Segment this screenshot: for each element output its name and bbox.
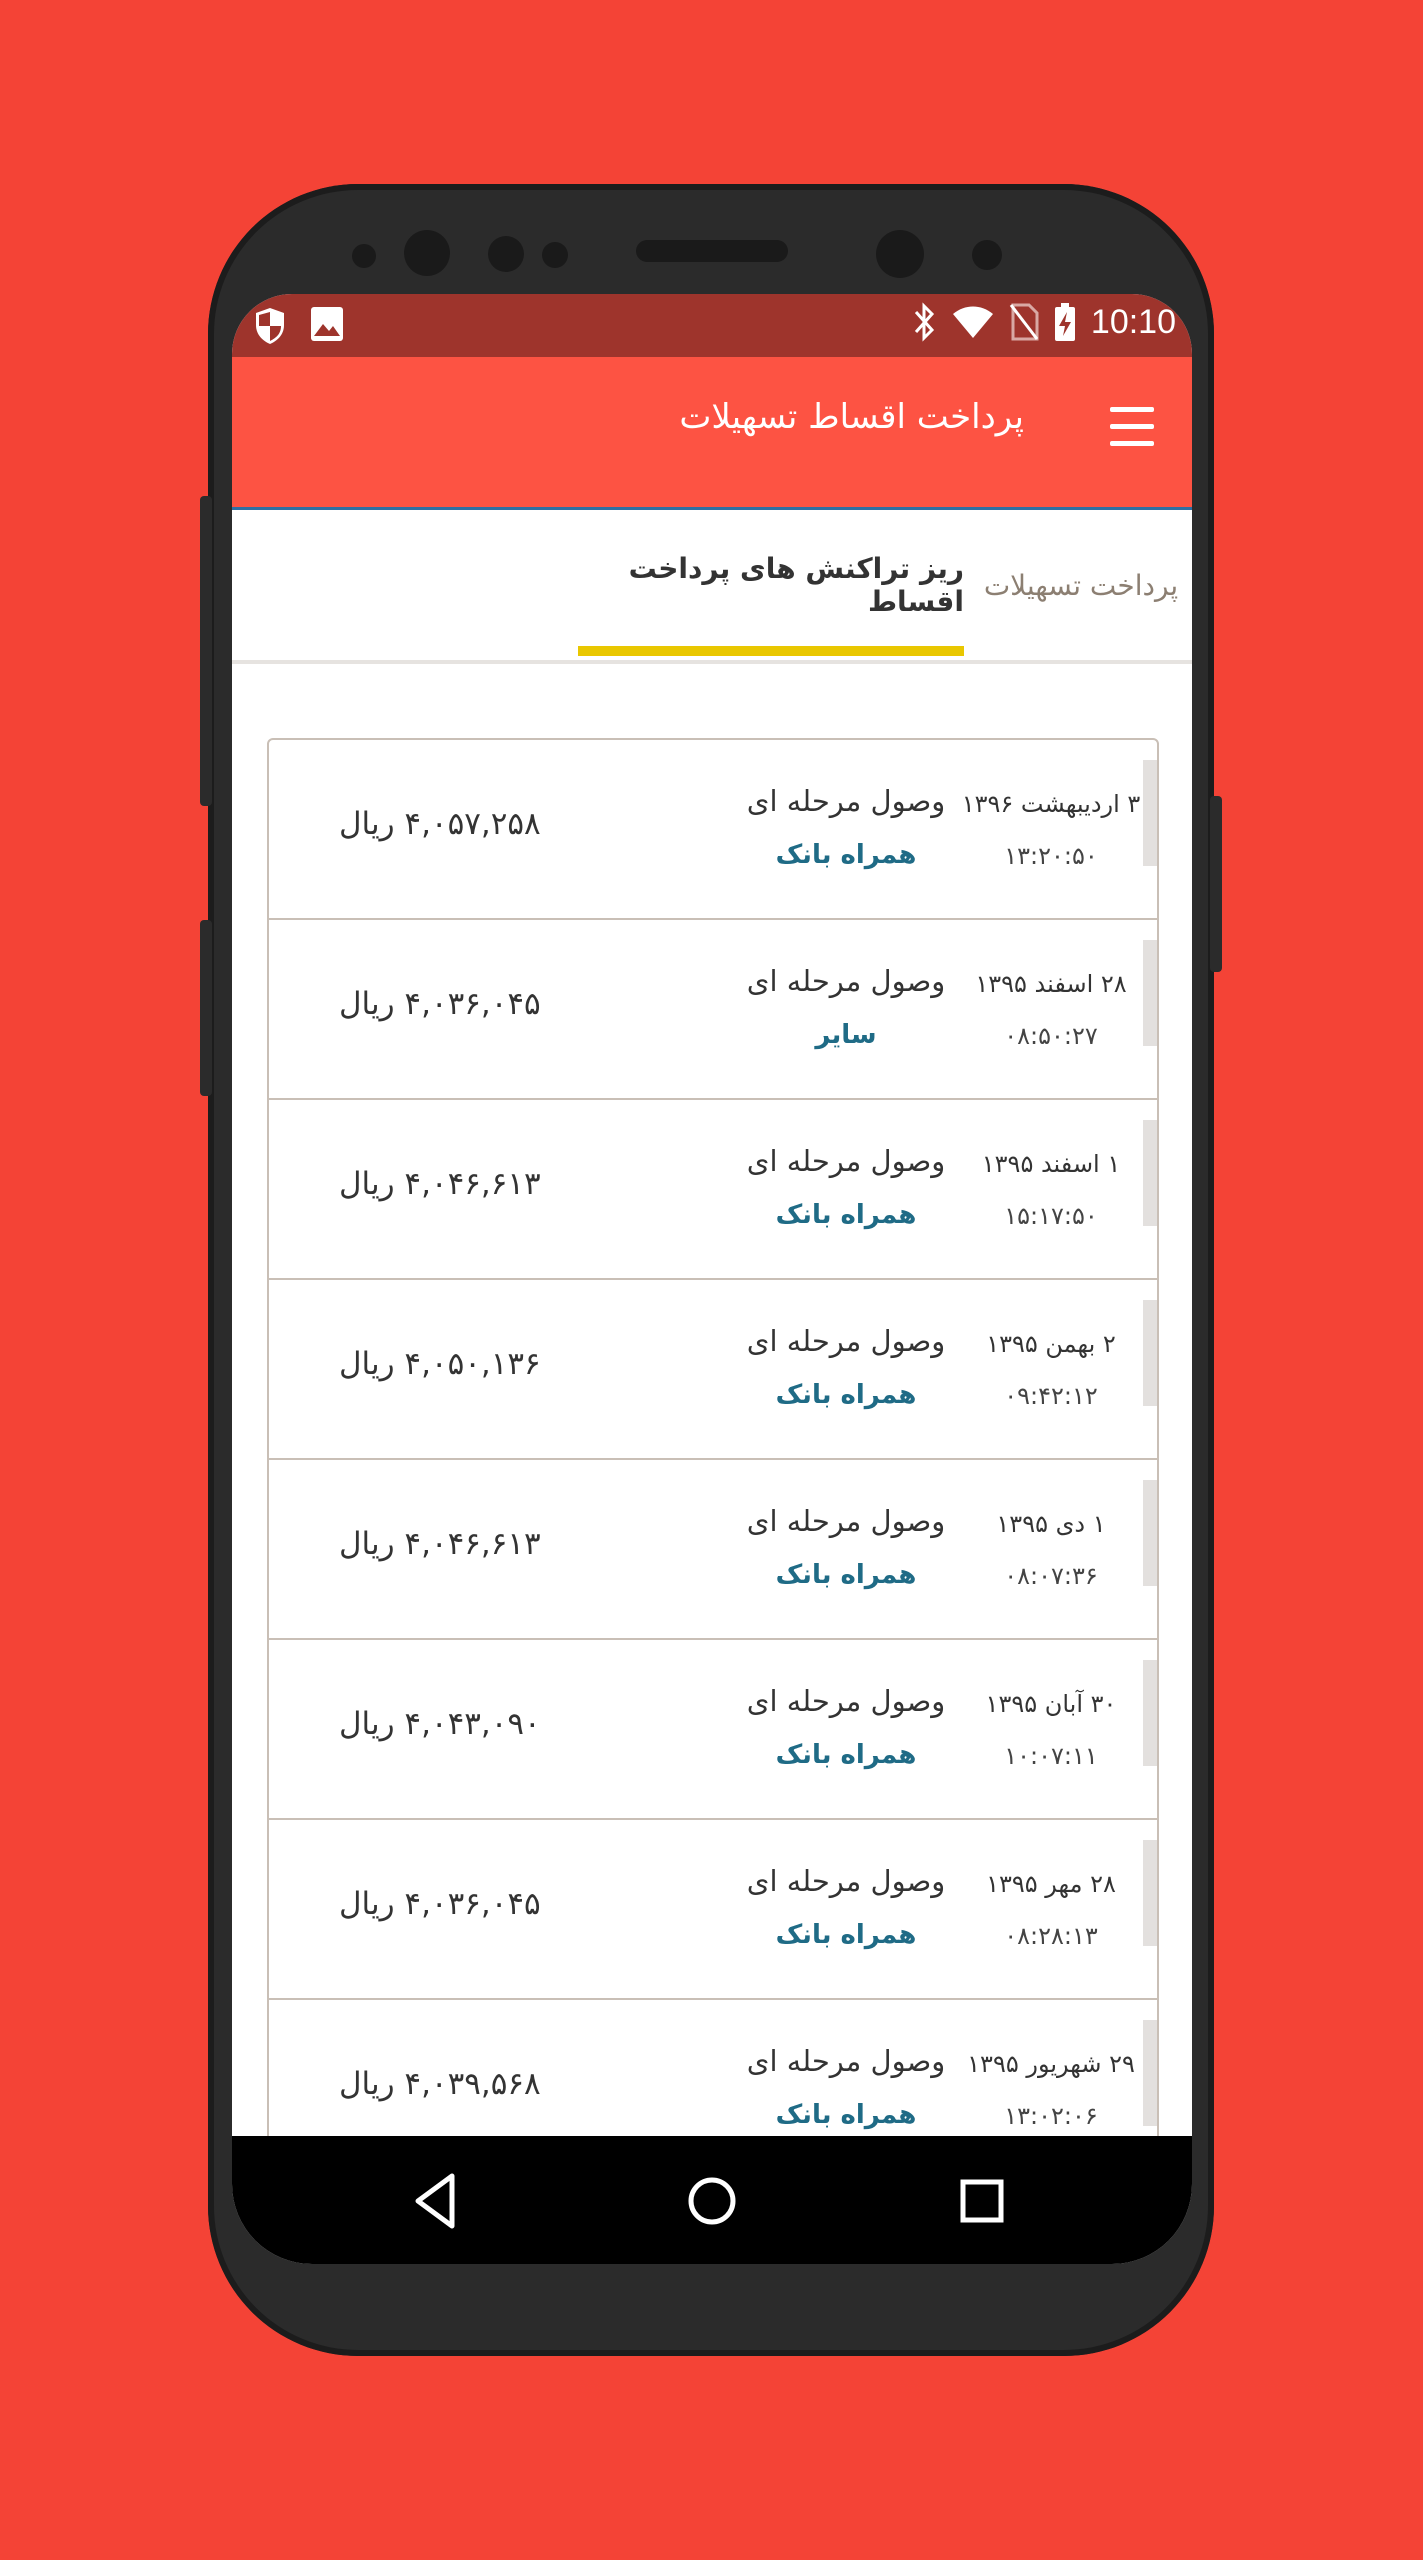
- wifi-icon: [952, 306, 993, 338]
- transaction-channel: همراه بانک: [775, 1740, 917, 1770]
- transaction-row[interactable]: ۴,۰۴۳,۰۹۰ ریال وصول مرحله ای همراه بانک …: [269, 1640, 1157, 1820]
- row-marker: [1143, 1660, 1157, 1766]
- transaction-amount: ۴,۰۵۷,۲۵۸ ریال: [339, 806, 541, 842]
- transaction-title: وصول مرحله ای: [746, 964, 946, 998]
- tab-installment-transactions[interactable]: ریز تراکنش های پرداخت اقساط: [578, 510, 964, 660]
- volume-button: [200, 496, 212, 806]
- transaction-list: ۴,۰۵۷,۲۵۸ ریال وصول مرحله ای همراه بانک …: [267, 738, 1159, 2180]
- transaction-time: ۰۸:۲۸:۱۳: [1004, 1922, 1098, 1950]
- transaction-date: ۲۹ شهریور ۱۳۹۵: [967, 2050, 1135, 2078]
- tab-indicator: [578, 646, 964, 656]
- transaction-title: وصول مرحله ای: [746, 1144, 946, 1178]
- tab-loan-payment[interactable]: پرداخت تسهیلات: [970, 510, 1192, 660]
- tab-label: ریز تراکنش های پرداخت اقساط: [628, 552, 964, 618]
- transaction-row[interactable]: ۴,۰۳۶,۰۴۵ ریال وصول مرحله ای سایر ۲۸ اسف…: [269, 920, 1157, 1100]
- row-marker: [1143, 1120, 1157, 1226]
- tab-label: پرداخت تسهیلات: [983, 568, 1179, 602]
- transaction-date: ۱ دی ۱۳۹۵: [996, 1510, 1106, 1538]
- power-button: [1210, 796, 1222, 972]
- camera-sensor: [404, 230, 450, 276]
- earpiece-speaker: [636, 240, 788, 262]
- transaction-channel: همراه بانک: [775, 1380, 917, 1410]
- status-bar: 10:10: [232, 294, 1192, 357]
- transaction-title: وصول مرحله ای: [746, 1324, 946, 1358]
- transaction-date: ۲ بهمن ۱۳۹۵: [986, 1330, 1116, 1358]
- no-sim-icon: [1009, 303, 1039, 341]
- row-marker: [1143, 1840, 1157, 1946]
- back-icon[interactable]: [402, 2166, 472, 2236]
- transaction-amount: ۴,۰۴۶,۶۱۳ ریال: [339, 1166, 541, 1202]
- transaction-amount: ۴,۰۴۶,۶۱۳ ریال: [339, 1526, 541, 1562]
- proximity-sensor: [972, 240, 1002, 270]
- screen: 10:10 پرداخت اقساط تسهیلات پرداخت تسهیلا…: [232, 294, 1192, 2264]
- transaction-amount: ۴,۰۳۶,۰۴۵ ریال: [339, 986, 541, 1022]
- camera-sensor: [542, 242, 568, 268]
- transaction-time: ۱۳:۲۰:۵۰: [1004, 842, 1098, 870]
- row-marker: [1143, 2020, 1157, 2126]
- front-camera: [876, 230, 924, 278]
- transaction-amount: ۴,۰۴۳,۰۹۰ ریال: [339, 1706, 541, 1742]
- row-marker: [1143, 1480, 1157, 1586]
- transaction-row[interactable]: ۴,۰۵۰,۱۳۶ ریال وصول مرحله ای همراه بانک …: [269, 1280, 1157, 1460]
- home-icon[interactable]: [677, 2166, 747, 2236]
- transaction-title: وصول مرحله ای: [746, 784, 946, 818]
- navigation-bar: [232, 2136, 1192, 2264]
- transaction-channel: همراه بانک: [775, 1200, 917, 1230]
- transaction-date: ۲۸ اسفند ۱۳۹۵: [975, 970, 1127, 998]
- volume-button: [200, 920, 212, 1096]
- hamburger-menu-icon[interactable]: [1110, 407, 1154, 447]
- row-marker: [1143, 940, 1157, 1046]
- camera-sensor: [488, 236, 524, 272]
- shield-icon: [256, 308, 284, 344]
- transaction-amount: ۴,۰۳۶,۰۴۵ ریال: [339, 1886, 541, 1922]
- transaction-row[interactable]: ۴,۰۵۷,۲۵۸ ریال وصول مرحله ای همراه بانک …: [269, 740, 1157, 920]
- transaction-channel: همراه بانک: [775, 1920, 917, 1950]
- transaction-channel: همراه بانک: [775, 840, 917, 870]
- recents-icon[interactable]: [947, 2166, 1017, 2236]
- transaction-channel: همراه بانک: [775, 2100, 917, 2130]
- transaction-time: ۰۸:۰۷:۳۶: [1004, 1562, 1098, 1590]
- transaction-time: ۰۹:۴۲:۱۲: [1004, 1382, 1098, 1410]
- transaction-row[interactable]: ۴,۰۴۶,۶۱۳ ریال وصول مرحله ای همراه بانک …: [269, 1100, 1157, 1280]
- transaction-time: ۱۰:۰۷:۱۱: [1004, 1742, 1098, 1770]
- transaction-date: ۳۰ آبان ۱۳۹۵: [985, 1690, 1117, 1718]
- transaction-row[interactable]: ۴,۰۴۶,۶۱۳ ریال وصول مرحله ای همراه بانک …: [269, 1460, 1157, 1640]
- transaction-time: ۱۳:۰۲:۰۶: [1004, 2102, 1098, 2130]
- transaction-amount: ۴,۰۳۹,۵۶۸ ریال: [339, 2066, 541, 2102]
- battery-charging-icon: [1054, 303, 1075, 341]
- transaction-title: وصول مرحله ای: [746, 1864, 946, 1898]
- transaction-title: وصول مرحله ای: [746, 2044, 946, 2078]
- transaction-row[interactable]: ۴,۰۳۶,۰۴۵ ریال وصول مرحله ای همراه بانک …: [269, 1820, 1157, 2000]
- transaction-title: وصول مرحله ای: [746, 1684, 946, 1718]
- page-title: پرداخت اقساط تسهیلات: [679, 397, 1024, 437]
- status-time: 10:10: [1090, 302, 1176, 341]
- image-icon: [311, 307, 343, 341]
- transaction-time: ۱۵:۱۷:۵۰: [1004, 1202, 1098, 1230]
- transaction-date: ۲۸ مهر ۱۳۹۵: [986, 1870, 1116, 1898]
- camera-sensor: [352, 244, 376, 268]
- transaction-title: وصول مرحله ای: [746, 1504, 946, 1538]
- transaction-date: ۱ اسفند ۱۳۹۵: [981, 1150, 1121, 1178]
- app-bar: پرداخت اقساط تسهیلات: [232, 357, 1192, 510]
- row-marker: [1143, 1300, 1157, 1406]
- bluetooth-icon: [914, 302, 934, 342]
- row-marker: [1143, 760, 1157, 866]
- transaction-channel: همراه بانک: [775, 1560, 917, 1590]
- transaction-time: ۰۸:۵۰:۲۷: [1004, 1022, 1098, 1050]
- transaction-amount: ۴,۰۵۰,۱۳۶ ریال: [339, 1346, 541, 1382]
- tab-bar: پرداخت تسهیلات ریز تراکنش های پرداخت اقس…: [232, 510, 1192, 664]
- transaction-date: ۳ اردیبهشت ۱۳۹۶: [961, 790, 1141, 818]
- transaction-channel: سایر: [815, 1020, 877, 1050]
